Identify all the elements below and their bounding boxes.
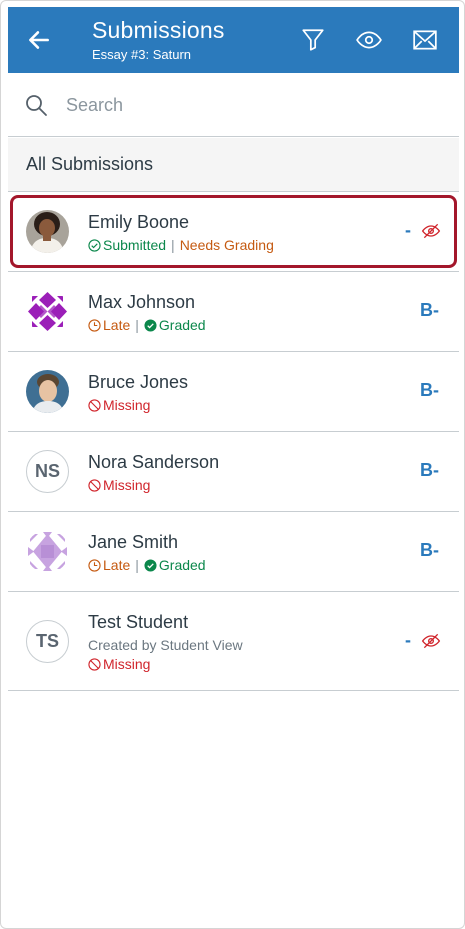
filter-icon[interactable] bbox=[300, 27, 326, 53]
status-missing: Missing bbox=[103, 477, 151, 493]
geometric-avatar-icon bbox=[26, 530, 69, 573]
student-subtext: Created by Student View bbox=[88, 637, 243, 653]
check-filled-icon bbox=[144, 318, 157, 332]
section-header: All Submissions bbox=[8, 138, 459, 192]
submissions-list: Emily Boone Submitted | Needs Grading - bbox=[8, 192, 459, 691]
student-row-jane-smith[interactable]: Jane Smith Late | Graded B- bbox=[8, 512, 459, 592]
avatar bbox=[26, 530, 69, 573]
clock-icon bbox=[88, 558, 101, 572]
mail-icon[interactable] bbox=[412, 27, 438, 53]
submission-status: Submitted | Needs Grading bbox=[88, 237, 274, 253]
clock-icon bbox=[88, 318, 101, 332]
search-icon bbox=[26, 95, 47, 116]
grade-value: - bbox=[405, 220, 411, 240]
eye-icon[interactable] bbox=[356, 27, 382, 53]
student-name: Emily Boone bbox=[88, 212, 190, 232]
top-app-bar: Submissions Essay #3: Saturn bbox=[8, 7, 459, 73]
geometric-avatar-icon bbox=[26, 290, 69, 333]
app-frame: Submissions Essay #3: Saturn All Submiss… bbox=[0, 0, 465, 929]
avatar bbox=[26, 370, 69, 413]
submission-status: Late | Graded bbox=[88, 317, 206, 333]
status-separator: | bbox=[171, 237, 175, 253]
avatar-photo-icon bbox=[26, 210, 69, 253]
avatar bbox=[26, 290, 69, 333]
status-missing: Missing bbox=[103, 397, 151, 413]
avatar-initials: NS bbox=[26, 450, 69, 493]
back-arrow-icon[interactable] bbox=[26, 27, 52, 53]
student-row-nora-sanderson[interactable]: NS Nora Sanderson Missing B- bbox=[8, 432, 459, 512]
status-late: Late bbox=[103, 557, 131, 573]
status-separator: | bbox=[135, 317, 139, 333]
no-entry-icon bbox=[88, 478, 101, 492]
page-title: Submissions bbox=[92, 17, 225, 43]
grade-value: B- bbox=[420, 380, 439, 400]
submission-status: Missing bbox=[88, 656, 150, 672]
submission-status: Missing bbox=[88, 477, 150, 493]
student-name: Max Johnson bbox=[88, 292, 196, 312]
grade-value: - bbox=[405, 630, 411, 650]
page-subtitle: Essay #3: Saturn bbox=[92, 47, 191, 62]
avatar bbox=[26, 210, 69, 253]
student-name: Jane Smith bbox=[88, 532, 179, 552]
check-circle-icon bbox=[88, 238, 101, 252]
status-missing: Missing bbox=[103, 656, 151, 672]
student-row-emily-boone[interactable]: Emily Boone Submitted | Needs Grading - bbox=[8, 192, 459, 272]
student-row-bruce-jones[interactable]: Bruce Jones Missing B- bbox=[8, 352, 459, 432]
student-name: Bruce Jones bbox=[88, 372, 189, 392]
student-row-test-student[interactable]: TS Test Student Created by Student View … bbox=[8, 592, 459, 691]
submission-status: Late | Graded bbox=[88, 557, 206, 573]
student-name: Test Student bbox=[88, 612, 189, 632]
eye-slash-icon bbox=[421, 223, 441, 238]
grade-value: B- bbox=[420, 460, 439, 480]
grade-value: B- bbox=[420, 540, 439, 560]
search-input[interactable] bbox=[66, 87, 436, 123]
no-entry-icon bbox=[88, 398, 101, 412]
grade-hidden: - bbox=[405, 630, 441, 651]
student-name: Nora Sanderson bbox=[88, 452, 220, 472]
no-entry-icon bbox=[88, 657, 101, 671]
status-separator: | bbox=[135, 557, 139, 573]
status-needs-grading: Needs Grading bbox=[179, 237, 274, 253]
eye-slash-icon bbox=[421, 633, 441, 648]
grade-hidden: - bbox=[405, 220, 441, 241]
status-submitted: Submitted bbox=[103, 237, 167, 253]
student-row-max-johnson[interactable]: Max Johnson Late | Graded B- bbox=[8, 272, 459, 352]
search-bar bbox=[8, 73, 459, 137]
submission-status: Missing bbox=[88, 397, 150, 413]
avatar-photo-icon bbox=[26, 370, 69, 413]
avatar-initials: TS bbox=[26, 620, 69, 663]
status-graded: Graded bbox=[158, 557, 206, 573]
section-title: All Submissions bbox=[26, 154, 154, 174]
grade-value: B- bbox=[420, 300, 439, 320]
status-late: Late bbox=[103, 317, 131, 333]
check-filled-icon bbox=[144, 558, 157, 572]
status-graded: Graded bbox=[158, 317, 206, 333]
